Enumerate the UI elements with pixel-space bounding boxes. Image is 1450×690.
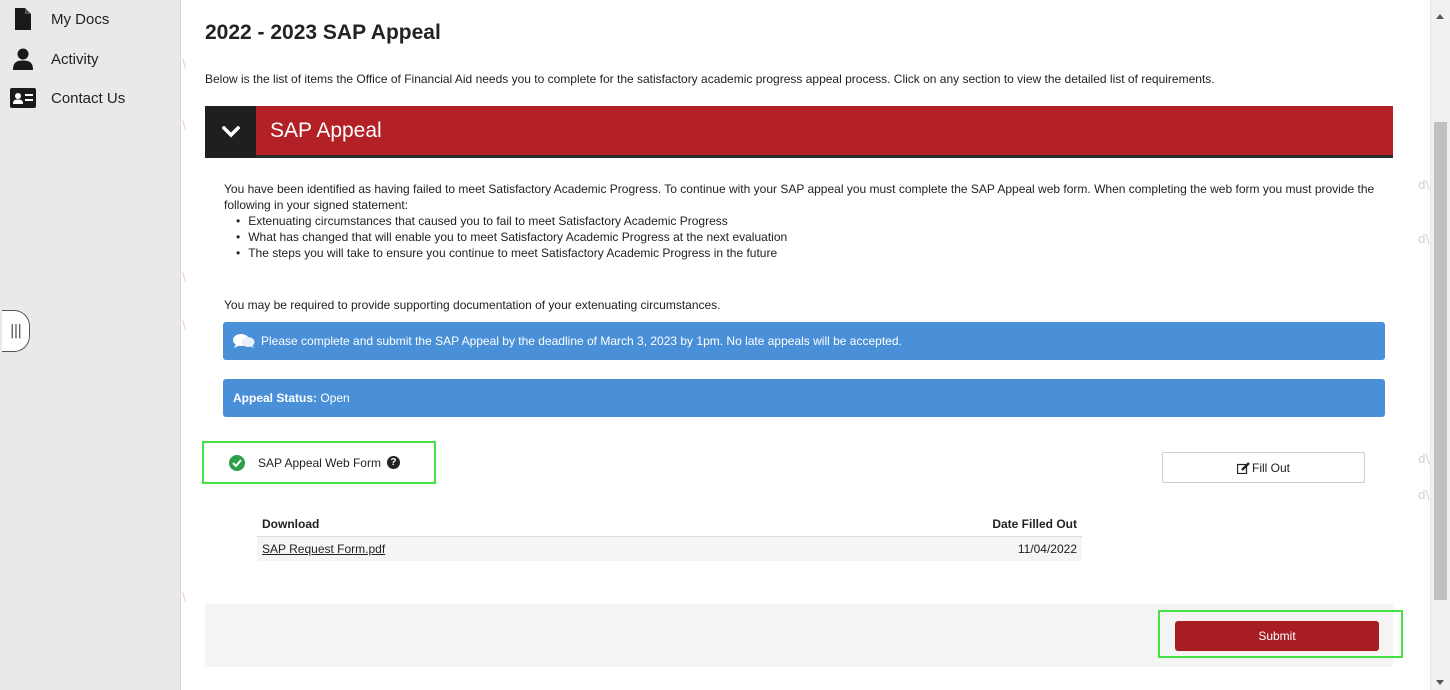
sidebar-item-label: Activity — [51, 50, 99, 68]
watermark-fragment: \ — [182, 590, 187, 604]
sidebar-item-activity[interactable]: Activity — [10, 46, 99, 72]
page-scrollbar[interactable] — [1430, 0, 1450, 690]
main-content: 2022 - 2023 SAP Appeal Below is the list… — [190, 0, 1420, 690]
fill-out-button[interactable]: Fill Out — [1162, 452, 1365, 483]
page-title: 2022 - 2023 SAP Appeal — [205, 21, 441, 44]
check-circle-icon — [229, 454, 245, 471]
watermark-fragment: d\ — [1418, 232, 1430, 246]
sidebar-item-contact-us[interactable]: Contact Us — [10, 85, 125, 111]
date-filled-out: 11/04/2022 — [739, 536, 1082, 561]
deadline-alert: Please complete and submit the SAP Appea… — [223, 322, 1385, 360]
list-item: Extenuating circumstances that caused yo… — [236, 213, 1384, 229]
person-icon — [10, 47, 36, 71]
watermark-fragment: d\ — [1418, 452, 1430, 466]
sidebar-item-label: My Docs — [51, 10, 110, 28]
watermark-fragment: \ — [182, 270, 187, 284]
requirements-list: Extenuating circumstances that caused yo… — [236, 213, 1384, 261]
submit-button[interactable]: Submit — [1175, 621, 1379, 651]
fill-out-label: Fill Out — [1251, 460, 1290, 475]
status-label: Appeal Status: — [233, 391, 318, 405]
document-icon — [10, 7, 36, 31]
section-description: You have been identified as having faile… — [224, 182, 1375, 212]
scroll-up-arrow-icon[interactable] — [1436, 14, 1444, 19]
column-header-date: Date Filled Out — [739, 512, 1082, 537]
list-item: What has changed that will enable you to… — [236, 229, 1384, 245]
support-note: You may be required to provide supportin… — [224, 298, 721, 312]
help-icon[interactable]: ? — [386, 456, 400, 469]
chevron-down-icon[interactable] — [205, 106, 256, 158]
deadline-alert-text: Please complete and submit the SAP Appea… — [261, 334, 902, 348]
chat-bubbles-icon — [233, 333, 255, 349]
scroll-down-arrow-icon[interactable] — [1436, 680, 1444, 685]
table-row: SAP Request Form.pdf 11/04/2022 — [257, 536, 1082, 561]
table-header-row: Download Date Filled Out — [257, 512, 1082, 537]
status-value: Open — [320, 391, 350, 405]
watermark-fragment: d\ — [1418, 488, 1430, 502]
sap-appeal-web-form-item: SAP Appeal Web Form ? — [202, 441, 436, 484]
form-item-label: SAP Appeal Web Form — [258, 455, 381, 470]
list-item: The steps you will take to ensure you co… — [236, 245, 1384, 261]
sidebar: My Docs Activity Contact Us ||| — [0, 0, 181, 690]
watermark-fragment: d\ — [1418, 178, 1430, 192]
watermark-fragment: \ — [182, 56, 187, 70]
section-header-sap-appeal[interactable]: SAP Appeal — [205, 106, 1393, 158]
appeal-status-alert: Appeal Status: Open — [223, 379, 1385, 417]
watermark-fragment: \ — [182, 318, 187, 332]
download-link[interactable]: SAP Request Form.pdf — [262, 542, 385, 556]
sidebar-item-my-docs[interactable]: My Docs — [10, 6, 109, 32]
section-body: You have been identified as having faile… — [224, 181, 1384, 261]
scrollbar-thumb[interactable] — [1434, 122, 1447, 600]
section-title: SAP Appeal — [270, 118, 382, 142]
collapse-grip-icon: ||| — [9, 323, 22, 339]
submit-highlight: Submit — [1158, 610, 1403, 658]
column-header-download: Download — [257, 512, 740, 537]
contact-card-icon — [10, 86, 36, 110]
edit-icon — [1236, 461, 1250, 474]
intro-text: Below is the list of items the Office of… — [205, 72, 1215, 86]
watermark-fragment: \ — [182, 118, 187, 132]
sidebar-collapse-handle[interactable]: ||| — [2, 310, 30, 352]
sidebar-item-label: Contact Us — [51, 89, 126, 107]
downloads-table: Download Date Filled Out SAP Request For… — [257, 512, 1082, 561]
